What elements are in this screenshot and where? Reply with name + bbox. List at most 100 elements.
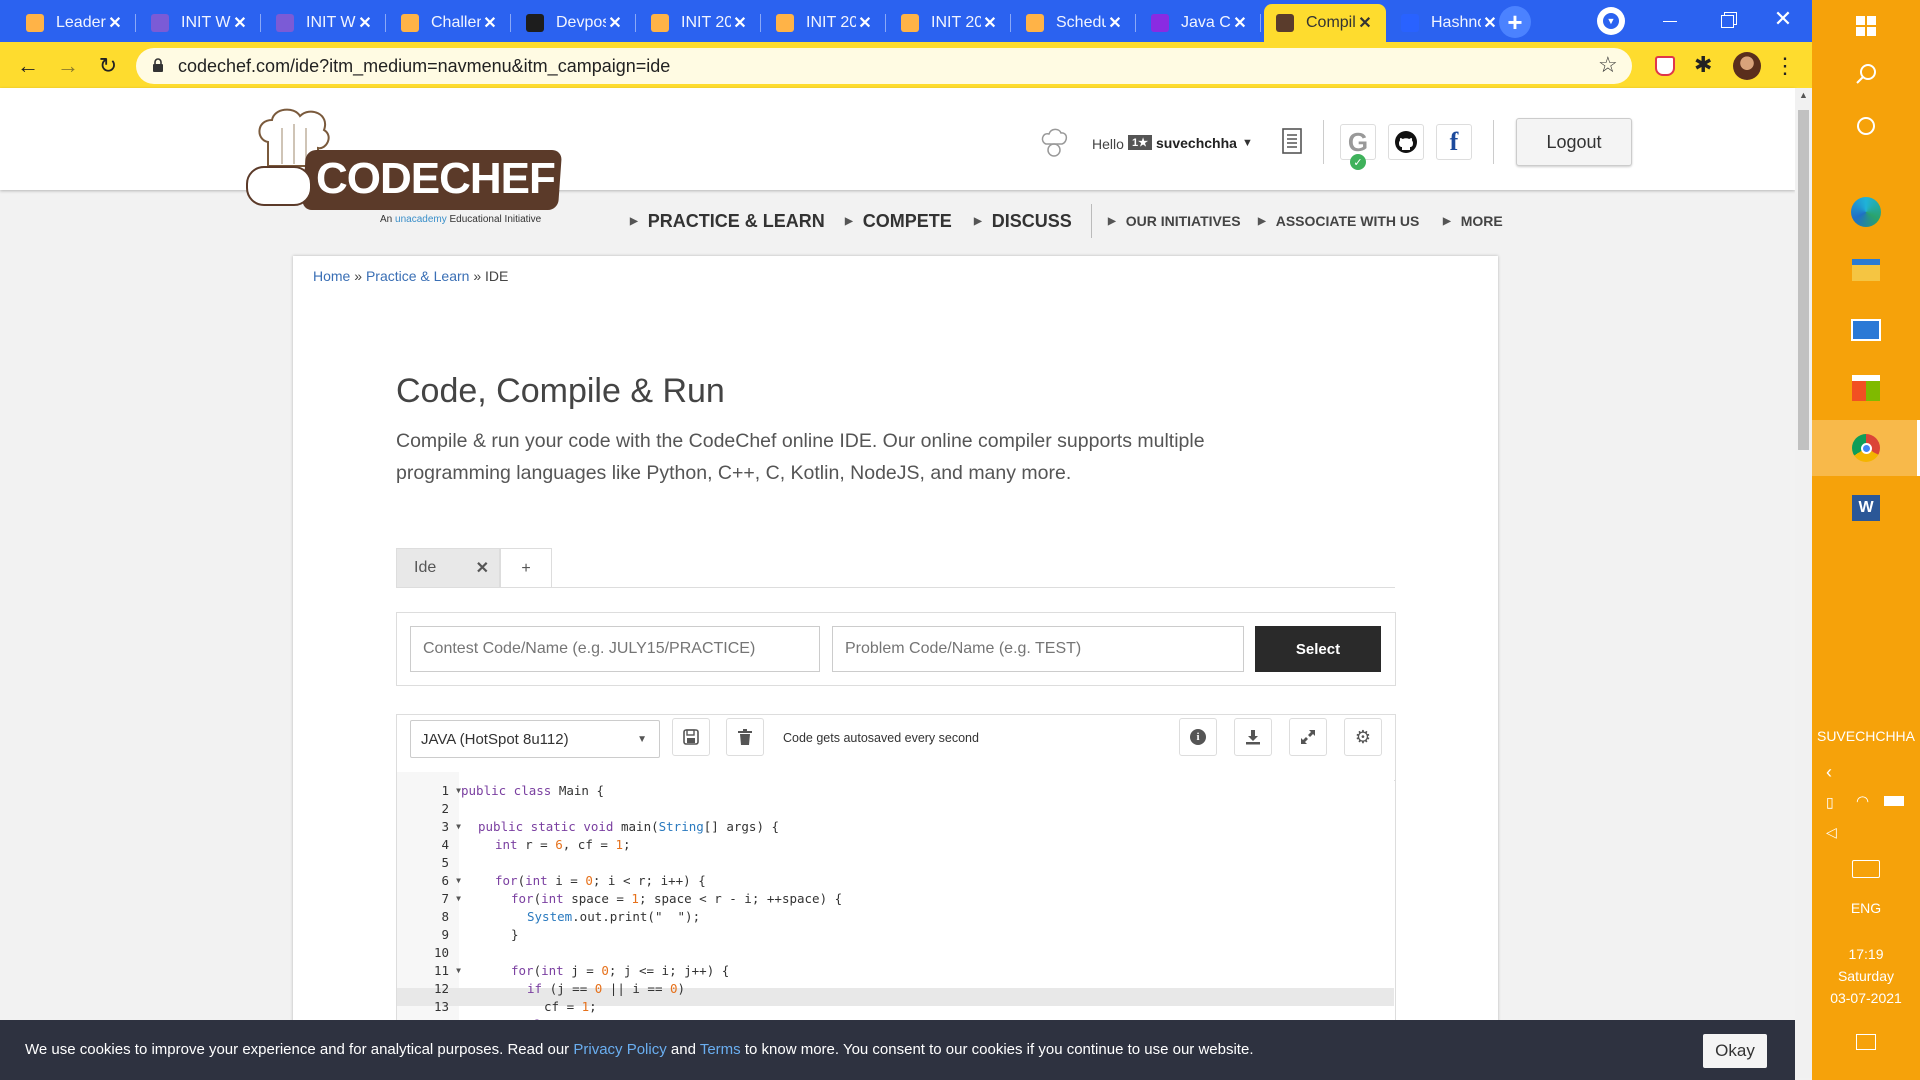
select-button[interactable]: Select (1255, 626, 1381, 672)
search-button[interactable] (1848, 56, 1884, 92)
back-button[interactable]: ← (14, 52, 42, 80)
address-bar[interactable]: codechef.com/ide?itm_medium=navmenu&itm_… (136, 48, 1632, 84)
forward-button[interactable]: → (54, 52, 82, 80)
browser-tab[interactable]: Compiler✕ (1264, 4, 1386, 42)
delete-code-button[interactable] (726, 718, 764, 756)
scrollbar-thumb[interactable] (1798, 110, 1809, 450)
close-window-button[interactable]: ✕ (1768, 4, 1798, 34)
taskbar-file-explorer[interactable] (1848, 252, 1884, 288)
privacy-policy-link[interactable]: Privacy Policy (573, 1041, 666, 1058)
battery-icon[interactable] (1884, 796, 1904, 806)
browser-tab[interactable]: Leaderboard✕ (14, 4, 136, 42)
volume-icon[interactable]: ◁ (1826, 824, 1837, 841)
terms-link[interactable]: Terms (700, 1041, 741, 1058)
contest-code-input[interactable] (410, 626, 820, 672)
restore-button[interactable] (1712, 6, 1742, 36)
taskbar-word[interactable]: W (1848, 490, 1884, 526)
settings-button[interactable]: ⚙ (1344, 718, 1382, 756)
tab-close-icon[interactable]: ✕ (731, 13, 749, 33)
tab-search-button[interactable]: ▼ (1597, 7, 1625, 35)
taskbar-mail[interactable] (1848, 312, 1884, 348)
browser-tab[interactable]: Hashnode✕ (1389, 4, 1511, 42)
tab-close-icon[interactable]: ✕ (1356, 13, 1374, 33)
breadcrumb-section[interactable]: Practice & Learn (366, 268, 470, 284)
browser-tab[interactable]: INIT 2021✕ (639, 4, 761, 42)
tab-close-icon[interactable]: ✕ (856, 13, 874, 33)
page-scrollbar[interactable]: ▲ (1795, 88, 1812, 1078)
close-tab-icon[interactable]: ✕ (476, 558, 489, 578)
facebook-account-button[interactable]: f (1436, 124, 1472, 160)
input-language[interactable]: ENG (1812, 900, 1920, 916)
taskbar-edge[interactable] (1848, 194, 1884, 230)
browser-tab[interactable]: INIT W ✕ (139, 4, 261, 42)
browser-tab[interactable]: Schedule✕ (1014, 4, 1136, 42)
nav-associate-with-us[interactable]: ▶ ASSOCIATE WITH US (1258, 213, 1419, 229)
notebook-icon[interactable] (1282, 128, 1302, 154)
fullscreen-button[interactable] (1289, 718, 1327, 756)
nav-compete[interactable]: ▶ COMPETE (845, 211, 952, 232)
nav-our-initiatives[interactable]: ▶ OUR INITIATIVES (1108, 213, 1241, 229)
browser-tab[interactable]: INIT 2021✕ (764, 4, 886, 42)
profile-avatar[interactable] (1733, 52, 1761, 80)
user-menu-caret-icon[interactable]: ▼ (1242, 137, 1253, 149)
save-code-button[interactable] (672, 718, 710, 756)
browser-menu-button[interactable]: ⋮ (1774, 52, 1796, 80)
browser-tab[interactable]: Challenges✕ (389, 4, 511, 42)
info-button[interactable]: i (1179, 718, 1217, 756)
line-number: 2 (397, 800, 459, 818)
notification-center-icon[interactable] (1856, 1034, 1876, 1050)
minimize-button[interactable] (1655, 6, 1685, 36)
new-tab-button[interactable]: + (1499, 6, 1531, 38)
taskbar-store[interactable] (1848, 370, 1884, 406)
language-select[interactable]: JAVA (HotSpot 8u112) ▼ (410, 720, 660, 758)
extension-pocket-icon[interactable] (1655, 56, 1675, 76)
device-icon[interactable]: ▯ (1826, 794, 1834, 811)
tab-close-icon[interactable]: ✕ (356, 13, 374, 33)
cookie-text-and: and (670, 1041, 696, 1058)
touch-keyboard-icon[interactable] (1852, 860, 1880, 878)
fold-caret-icon[interactable]: ▼ (456, 818, 461, 836)
download-button[interactable] (1234, 718, 1272, 756)
extensions-puzzle-icon[interactable]: ✱ (1694, 52, 1712, 78)
code-token: [] args) { (703, 819, 780, 834)
tab-close-icon[interactable]: ✕ (981, 13, 999, 33)
windows-start-button[interactable] (1848, 8, 1884, 44)
browser-tab[interactable]: Java C ✕ (1139, 4, 1261, 42)
tab-close-icon[interactable]: ✕ (606, 13, 624, 33)
fold-caret-icon[interactable]: ▼ (456, 890, 461, 908)
codechef-logo[interactable]: CODECHEF An unacademy Educational Initia… (244, 108, 564, 228)
browser-tab[interactable]: INIT W ✕ (264, 4, 386, 42)
problem-code-input[interactable] (832, 626, 1244, 672)
scroll-up-icon[interactable]: ▲ (1799, 90, 1808, 100)
chef-avatar-icon[interactable] (1040, 128, 1068, 160)
wifi-icon[interactable]: ◠ (1856, 792, 1869, 810)
ide-tab[interactable]: Ide ✕ (396, 548, 500, 588)
chevron-left-icon[interactable]: ‹ (1826, 762, 1832, 783)
fold-caret-icon[interactable]: ▼ (456, 872, 461, 890)
cortana-button[interactable] (1848, 108, 1884, 144)
clock-day[interactable]: Saturday (1812, 968, 1920, 984)
fold-caret-icon[interactable]: ▼ (456, 962, 461, 980)
clock-time[interactable]: 17:19 (1812, 946, 1920, 962)
breadcrumb-home[interactable]: Home (313, 268, 350, 284)
taskbar-chrome[interactable] (1848, 430, 1884, 466)
logout-button[interactable]: Logout (1516, 118, 1632, 166)
tab-close-icon[interactable]: ✕ (106, 13, 124, 33)
tab-close-icon[interactable]: ✕ (1231, 13, 1249, 33)
bookmark-star-icon[interactable]: ☆ (1598, 52, 1618, 78)
reload-button[interactable]: ↻ (94, 52, 122, 80)
browser-tab[interactable]: Devpost✕ (514, 4, 636, 42)
nav-more[interactable]: ▶ MORE (1443, 213, 1503, 229)
browser-tab[interactable]: INIT 2021✕ (889, 4, 1011, 42)
nav-discuss[interactable]: ▶ DISCUSS (974, 211, 1072, 232)
cookie-okay-button[interactable]: Okay (1703, 1034, 1767, 1068)
nav-practice-learn[interactable]: ▶ PRACTICE & LEARN (630, 211, 825, 232)
tab-close-icon[interactable]: ✕ (481, 13, 499, 33)
github-account-button[interactable] (1388, 124, 1424, 160)
clock-date[interactable]: 03-07-2021 (1812, 990, 1920, 1006)
username[interactable]: suvechchha (1156, 135, 1237, 151)
tab-close-icon[interactable]: ✕ (231, 13, 249, 33)
tab-close-icon[interactable]: ✕ (1481, 13, 1499, 33)
tab-close-icon[interactable]: ✕ (1106, 13, 1124, 33)
add-ide-tab-button[interactable]: + (500, 548, 552, 588)
